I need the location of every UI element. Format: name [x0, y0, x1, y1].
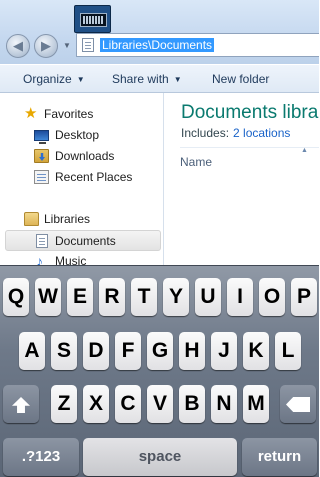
screen: ◀ ▶ ▼ Libraries\Documents Organize ▼ Shar…	[0, 0, 319, 477]
key-l[interactable]: L	[275, 332, 301, 370]
nav-item-music[interactable]: ♪ Music	[0, 251, 163, 265]
nav-label: Libraries	[44, 212, 91, 226]
new-folder-label: New folder	[212, 72, 270, 86]
navigation-pane: ★ Favorites Desktop Downloads Recent Pla…	[0, 93, 164, 265]
key-t[interactable]: T	[131, 278, 157, 316]
history-dropdown-icon[interactable]: ▼	[62, 40, 72, 52]
back-arrow-icon: ◀	[13, 38, 23, 53]
nav-label: Music	[55, 254, 87, 265]
nav-item-downloads[interactable]: Downloads	[0, 146, 163, 167]
nav-item-libraries[interactable]: Libraries	[0, 209, 163, 230]
desktop-icon	[34, 130, 49, 144]
column-header-name[interactable]: Name	[180, 155, 212, 169]
music-icon: ♪	[36, 253, 43, 265]
nav-label: Desktop	[55, 128, 100, 142]
key-n[interactable]: N	[211, 385, 237, 423]
new-folder-button[interactable]: New folder	[212, 72, 269, 86]
libraries-icon	[24, 212, 39, 226]
sort-arrow-icon: ▲	[301, 147, 308, 154]
library-title: Documents libra	[181, 102, 319, 123]
key-b[interactable]: B	[179, 385, 205, 423]
nav-label: Recent Places	[55, 170, 133, 184]
key-q[interactable]: Q	[3, 278, 29, 316]
content-pane: Documents libra Includes: 2 locations ▲ N…	[164, 93, 319, 265]
key-e[interactable]: E	[67, 278, 93, 316]
key-x[interactable]: X	[83, 385, 109, 423]
key-s[interactable]: S	[51, 332, 77, 370]
key-c[interactable]: C	[115, 385, 141, 423]
organize-label: Organize	[23, 72, 72, 86]
shift-key[interactable]	[3, 385, 39, 423]
nav-item-documents[interactable]: Documents	[5, 230, 161, 251]
space-key[interactable]: space	[83, 438, 237, 476]
key-w[interactable]: W	[35, 278, 61, 316]
address-path[interactable]: Libraries\Documents	[100, 38, 215, 52]
key-o[interactable]: O	[259, 278, 285, 316]
caret-down-icon: ▼	[76, 75, 85, 84]
key-u[interactable]: U	[195, 278, 221, 316]
nav-item-desktop[interactable]: Desktop	[0, 125, 163, 146]
key-k[interactable]: K	[243, 332, 269, 370]
onscreen-keyboard: Q W E R T Y U I O P A S D F G H J K L Z …	[0, 265, 319, 477]
key-v[interactable]: V	[147, 385, 173, 423]
key-y[interactable]: Y	[163, 278, 189, 316]
star-icon: ★	[24, 105, 38, 122]
recent-places-icon	[34, 170, 49, 184]
keyboard-icon-keys	[83, 16, 104, 24]
column-divider	[180, 147, 319, 148]
nav-item-favorites[interactable]: ★ Favorites	[0, 104, 163, 125]
downloads-icon	[34, 149, 49, 163]
locations-link[interactable]: 2 locations	[233, 126, 290, 140]
document-icon	[82, 38, 94, 52]
explorer-header: ◀ ▶ ▼ Libraries\Documents	[0, 0, 319, 64]
organize-menu[interactable]: Organize ▼	[23, 72, 85, 86]
back-button[interactable]: ◀	[6, 34, 30, 58]
keyboard-icon[interactable]	[74, 5, 111, 33]
includes-line: Includes: 2 locations	[181, 126, 290, 140]
key-f[interactable]: F	[115, 332, 141, 370]
includes-label: Includes:	[181, 126, 230, 140]
nav-label: Downloads	[55, 149, 115, 163]
key-j[interactable]: J	[211, 332, 237, 370]
share-with-menu[interactable]: Share with ▼	[112, 72, 182, 86]
address-bar[interactable]: Libraries\Documents	[76, 33, 319, 57]
document-icon	[36, 234, 48, 248]
key-r[interactable]: R	[99, 278, 125, 316]
key-d[interactable]: D	[83, 332, 109, 370]
keyboard-icon-body	[80, 13, 107, 27]
nav-label: Documents	[55, 234, 116, 248]
shift-icon	[12, 397, 30, 413]
caret-down-icon: ▼	[173, 75, 182, 84]
forward-button[interactable]: ▶	[34, 34, 58, 58]
nav-item-recent-places[interactable]: Recent Places	[0, 167, 163, 188]
forward-arrow-icon: ▶	[41, 38, 51, 53]
backspace-key[interactable]	[280, 385, 316, 423]
share-with-label: Share with	[112, 72, 169, 86]
key-z[interactable]: Z	[51, 385, 77, 423]
backspace-icon	[286, 397, 310, 412]
return-key[interactable]: return	[242, 438, 317, 476]
key-a[interactable]: A	[19, 332, 45, 370]
numbers-key[interactable]: .?123	[3, 438, 79, 476]
key-p[interactable]: P	[291, 278, 317, 316]
key-h[interactable]: H	[179, 332, 205, 370]
nav-label: Favorites	[44, 107, 94, 121]
key-i[interactable]: I	[227, 278, 253, 316]
command-toolbar: Organize ▼ Share with ▼ New folder	[0, 64, 319, 93]
key-g[interactable]: G	[147, 332, 173, 370]
key-m[interactable]: M	[243, 385, 269, 423]
